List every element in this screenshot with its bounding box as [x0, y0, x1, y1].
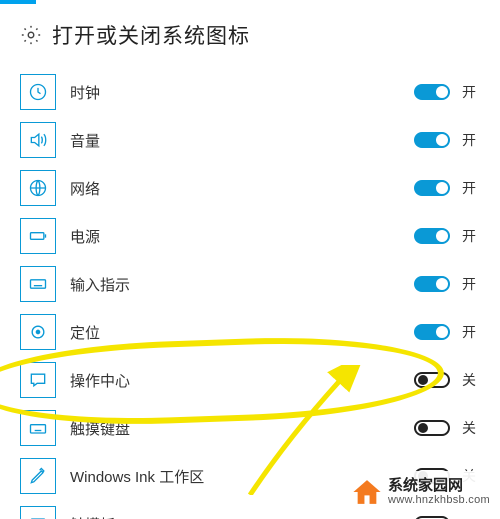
toggle-volume[interactable] [414, 132, 450, 148]
setting-label-power: 电源 [70, 226, 414, 247]
toggle-state-volume: 开 [462, 130, 480, 150]
setting-row-network: 网络 开 [20, 164, 480, 212]
setting-row-touchkb: 触摸键盘 关 [20, 404, 480, 452]
watermark-url: www.hnzkhbsb.com [388, 494, 490, 506]
touch-keyboard-icon [20, 410, 56, 446]
globe-icon [20, 170, 56, 206]
setting-label-touchkb: 触摸键盘 [70, 418, 414, 439]
setting-label-ime: 输入指示 [70, 274, 414, 295]
volume-icon [20, 122, 56, 158]
toggle-touchkb[interactable] [414, 420, 450, 436]
toggle-ime[interactable] [414, 276, 450, 292]
toggle-state-ime: 开 [462, 274, 480, 294]
toggle-state-action: 关 [462, 370, 480, 390]
target-icon [20, 314, 56, 350]
message-icon [20, 362, 56, 398]
setting-label-touchpad: 触摸板 [70, 514, 414, 519]
toggle-state-location: 开 [462, 322, 480, 342]
setting-row-power: 电源 开 [20, 212, 480, 260]
toggle-state-clock: 开 [462, 82, 480, 102]
setting-row-ime: 输入指示 开 [20, 260, 480, 308]
toggle-clock[interactable] [414, 84, 450, 100]
setting-label-network: 网络 [70, 178, 414, 199]
settings-list: 时钟开音量开网络开电源开输入指示开定位开操作中心关触摸键盘关Windows In… [0, 68, 500, 519]
keyboard-icon [20, 266, 56, 302]
accent-bar [0, 0, 36, 4]
setting-row-clock: 时钟 开 [20, 68, 480, 116]
setting-row-action: 操作中心 关 [20, 356, 480, 404]
setting-row-volume: 音量 开 [20, 116, 480, 164]
toggle-power[interactable] [414, 228, 450, 244]
toggle-state-power: 开 [462, 226, 480, 246]
toggle-network[interactable] [414, 180, 450, 196]
watermark-title: 系统家园网 [388, 478, 490, 495]
setting-label-volume: 音量 [70, 130, 414, 151]
setting-row-location: 定位 开 [20, 308, 480, 356]
gear-icon [20, 24, 42, 46]
setting-label-clock: 时钟 [70, 82, 414, 103]
toggle-state-touchkb: 关 [462, 418, 480, 438]
toggle-action[interactable] [414, 372, 450, 388]
page-header: 打开或关闭系统图标 [0, 0, 500, 68]
setting-label-location: 定位 [70, 322, 414, 343]
house-icon [350, 475, 384, 509]
toggle-location[interactable] [414, 324, 450, 340]
page-title: 打开或关闭系统图标 [52, 20, 250, 50]
pen-icon [20, 458, 56, 494]
watermark: 系统家园网 www.hnzkhbsb.com [344, 471, 496, 513]
toggle-state-network: 开 [462, 178, 480, 198]
battery-icon [20, 218, 56, 254]
touchpad-icon [20, 506, 56, 519]
clock-icon [20, 74, 56, 110]
setting-label-action: 操作中心 [70, 370, 414, 391]
